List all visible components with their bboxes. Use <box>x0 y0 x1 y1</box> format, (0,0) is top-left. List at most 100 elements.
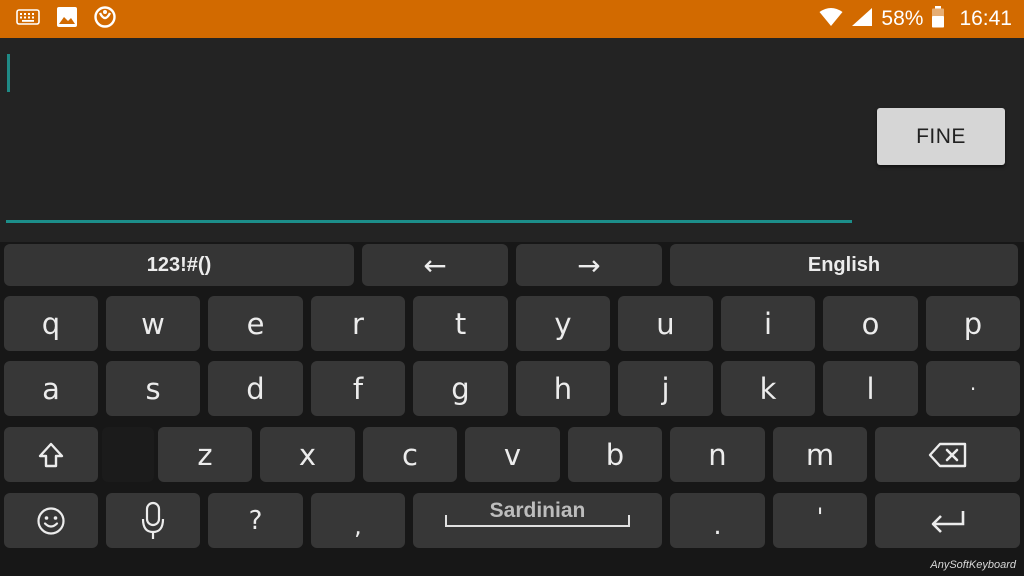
space-key[interactable]: Sardinian <box>413 493 662 548</box>
key-label: j <box>661 371 670 406</box>
key-label: i <box>763 306 773 341</box>
key-label: q <box>41 306 61 341</box>
key-label: e <box>246 306 265 341</box>
voice-input-key[interactable] <box>106 493 200 548</box>
battery-icon <box>931 6 945 32</box>
key-z[interactable]: z <box>158 427 252 482</box>
key-label: c <box>402 437 418 472</box>
key-middle-dot[interactable]: · <box>926 361 1020 416</box>
key-w[interactable]: w <box>106 296 200 351</box>
wifi-icon <box>819 7 843 31</box>
key-f[interactable]: f <box>311 361 405 416</box>
key-p[interactable]: p <box>926 296 1020 351</box>
key-label: s <box>145 371 161 406</box>
key-label: m <box>805 437 835 472</box>
key-e[interactable]: e <box>208 296 303 351</box>
cursor-left-key[interactable]: ← <box>362 244 508 286</box>
smiley-icon <box>36 506 66 536</box>
key-x[interactable]: x <box>260 427 355 482</box>
text-editor-area[interactable]: FINE <box>0 38 1024 242</box>
soft-keyboard: 123!#() ← → English q w e r t y u i o p … <box>0 242 1024 576</box>
key-s[interactable]: s <box>106 361 200 416</box>
key-h[interactable]: h <box>516 361 610 416</box>
key-label: x <box>298 437 317 472</box>
key-g[interactable]: g <box>413 361 508 416</box>
microphone-icon <box>140 501 166 541</box>
enter-return-icon <box>928 508 968 534</box>
shift-icon <box>37 441 65 469</box>
key-n[interactable]: n <box>670 427 765 482</box>
key-label: t <box>454 306 467 341</box>
key-d[interactable]: d <box>208 361 303 416</box>
key-j[interactable]: j <box>618 361 713 416</box>
status-bar-right: 58% 16:41 <box>819 6 1012 32</box>
key-comma[interactable]: , <box>311 493 405 548</box>
status-bar: 58% 16:41 <box>0 0 1024 38</box>
emoji-key[interactable] <box>4 493 98 548</box>
status-bar-left <box>16 6 116 32</box>
signal-icon <box>851 7 873 31</box>
key-u[interactable]: u <box>618 296 713 351</box>
key-label: u <box>656 306 675 341</box>
key-apostrophe[interactable]: ' <box>773 493 867 548</box>
cursor-right-key[interactable]: → <box>516 244 662 286</box>
backspace-key[interactable] <box>875 427 1020 482</box>
key-l[interactable]: l <box>823 361 918 416</box>
key-question-mark[interactable]: ? <box>208 493 303 548</box>
app-notification-icon <box>94 6 116 32</box>
key-label: z <box>197 437 213 472</box>
key-label: ' <box>816 502 824 531</box>
text-cursor <box>7 54 10 92</box>
key-label: o <box>861 306 880 341</box>
battery-percentage: 58% <box>881 7 924 30</box>
key-q[interactable]: q <box>4 296 98 351</box>
key-c[interactable]: c <box>363 427 457 482</box>
symbols-key[interactable]: 123!#() <box>4 244 354 286</box>
shift-key[interactable] <box>4 427 98 482</box>
key-i[interactable]: i <box>721 296 815 351</box>
arrow-left-icon: ← <box>423 248 447 282</box>
key-label: w <box>141 306 165 341</box>
enter-key[interactable] <box>875 493 1020 548</box>
key-label: f <box>352 371 364 406</box>
key-label: · <box>969 376 977 401</box>
key-o[interactable]: o <box>823 296 918 351</box>
key-a[interactable]: a <box>4 361 98 416</box>
keyboard-brand-label: AnySoftKeyboard <box>930 559 1016 571</box>
image-icon <box>56 6 78 32</box>
key-m[interactable]: m <box>773 427 867 482</box>
key-label: r <box>352 306 364 341</box>
key-label: v <box>503 437 522 472</box>
language-key[interactable]: English <box>670 244 1018 286</box>
key-y[interactable]: y <box>516 296 610 351</box>
key-label: p <box>963 306 983 341</box>
key-t[interactable]: t <box>413 296 508 351</box>
key-label: l <box>866 371 875 406</box>
empty-key-slot <box>102 427 154 482</box>
key-label: y <box>554 306 572 341</box>
key-label: ? <box>248 505 263 536</box>
key-label: n <box>708 437 727 472</box>
key-label: k <box>759 371 777 406</box>
text-field-underline <box>6 220 852 223</box>
key-v[interactable]: v <box>465 427 560 482</box>
key-label: b <box>605 437 625 472</box>
key-label: a <box>42 371 60 406</box>
key-period[interactable]: . <box>670 493 765 548</box>
key-label: , <box>354 511 362 540</box>
language-key-label: English <box>807 253 881 276</box>
key-label: . <box>713 510 722 541</box>
key-k[interactable]: k <box>721 361 815 416</box>
clock: 16:41 <box>959 7 1012 30</box>
keyboard-icon <box>16 9 40 29</box>
symbols-key-label: 123!#() <box>146 253 212 276</box>
space-bar-icon <box>445 515 630 527</box>
arrow-right-icon: → <box>577 248 601 282</box>
key-label: g <box>451 371 470 406</box>
key-label: h <box>553 371 573 406</box>
key-r[interactable]: r <box>311 296 405 351</box>
key-b[interactable]: b <box>568 427 662 482</box>
backspace-icon <box>928 442 968 468</box>
key-label: d <box>246 371 265 406</box>
fine-button[interactable]: FINE <box>877 108 1005 165</box>
